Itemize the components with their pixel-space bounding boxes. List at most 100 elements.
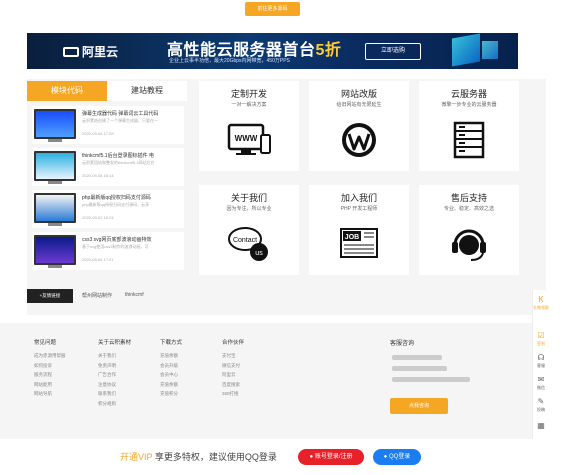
footer-link[interactable]: 支付宝 — [222, 351, 244, 361]
server-icon — [453, 121, 485, 159]
footer-link[interactable]: 网站导航 — [34, 389, 66, 399]
wordpress-icon — [342, 123, 376, 157]
article-thumbnail — [34, 193, 76, 226]
footer-link[interactable]: 充值积分 — [160, 389, 182, 399]
job-newspaper-icon: JOB — [340, 228, 378, 258]
www-text: WWW — [235, 134, 258, 143]
footer-link[interactable]: 阿里云 — [222, 370, 244, 380]
footer-col-title: 合作伙伴 — [222, 340, 245, 346]
us-text: us — [255, 250, 263, 257]
footer-link[interactable]: 积分规则 — [98, 399, 131, 409]
logo-text: 阿里云 — [82, 45, 119, 59]
card-redesign[interactable]: 网站改版 给旧网站有无限延生 — [309, 81, 409, 171]
gift-k-icon: K — [538, 295, 544, 304]
server-cube-icon — [452, 33, 480, 67]
side-wechat-button[interactable]: ✉ 微信 — [533, 374, 549, 396]
footer-link[interactable]: 服务流程 — [34, 370, 66, 380]
side-gift-button[interactable]: K 礼物领取 — [533, 294, 549, 316]
footer-link[interactable]: 充值余额 — [160, 351, 182, 361]
footer-link[interactable]: 注意协议 — [98, 380, 131, 390]
friend-link[interactable]: 帮州网站制作 — [82, 292, 112, 299]
qrcode-icon: ▦ — [537, 421, 545, 430]
footer-link[interactable]: 网站能用 — [34, 380, 66, 390]
footer-link[interactable]: 如何投诉 — [34, 361, 66, 371]
friend-links-label: +友情链接 — [27, 289, 73, 303]
article-title[interactable]: 弹幕生成器代码 弹幕词云工具代码 — [82, 110, 182, 117]
headset-icon — [452, 229, 486, 261]
article-desc: php最新版qq授权扫码支付源码，云享 — [82, 202, 150, 207]
side-checkin-button[interactable]: ☑ 签到 — [533, 330, 549, 352]
side-label: 微信 — [537, 385, 545, 390]
article-title[interactable]: php最新版qq授权扫码支付源码 — [82, 194, 182, 201]
article-thumbnail — [34, 109, 76, 142]
side-label: 礼物领取 — [533, 305, 549, 310]
footer-link[interactable]: 百度搜索 — [222, 380, 244, 390]
footer-link[interactable]: 会员中心 — [160, 370, 182, 380]
aliyun-logo-icon — [63, 46, 79, 57]
tab-tutorials[interactable]: 建站教程 — [107, 81, 187, 101]
qq-login-label: QQ登录 — [388, 454, 411, 460]
account-login-button[interactable]: ● 账号登录/注册 — [298, 449, 364, 465]
friend-link[interactable]: thinkcmf — [125, 292, 144, 298]
list-item[interactable]: thinkcmf5.1后台登录图标插件 电 云积累团结和整发的thinkcmf5… — [32, 148, 184, 186]
vip-text: 开通VIP — [120, 452, 153, 462]
buy-now-button[interactable]: 立即选购 — [365, 43, 421, 60]
article-list: 弹幕生成器代码 弹幕词云工具代码 云积累结创建了一个弹幕生成器，只要在一 202… — [32, 106, 187, 272]
footer-link[interactable]: 免责声明 — [98, 361, 131, 371]
card-cloud-server[interactable]: 云服务器 微擎一步专业的云服务器 — [419, 81, 519, 171]
card-subtitle: PHP 开发工程师 — [340, 206, 378, 212]
checkin-icon: ☑ — [537, 331, 545, 340]
footer-link[interactable]: 360打搜 — [222, 389, 244, 399]
list-item[interactable]: php最新版qq授权扫码支付源码 php最新版qq授权扫码支付源码，云享 202… — [32, 190, 184, 228]
footer-col-title: 常见问题 — [34, 340, 57, 346]
footer-col-partners: 合作伙伴 支付宝 微信支付 阿里云 百度搜索 360打搜 — [222, 338, 244, 399]
blurred-contact — [392, 377, 470, 382]
list-item[interactable]: css3 svg网页底部波浪动画特效 基于svg使用css3制作的波浪动画，可 … — [32, 232, 184, 270]
side-label: 客服 — [537, 363, 545, 368]
qq-login-button[interactable]: ● QQ登录 — [373, 449, 421, 465]
contact-text: Contact — [233, 237, 257, 244]
card-title: 售后支持 — [450, 193, 487, 203]
headset-small-icon: ☊ — [537, 353, 545, 362]
card-title: 网站改版 — [340, 89, 377, 99]
footer-link[interactable]: 关于我们 — [98, 351, 131, 361]
card-join-us[interactable]: 加入我们 PHP 开发工程师 JOB — [309, 185, 409, 275]
more-source-button[interactable]: 前往更多源码 — [245, 2, 300, 16]
footer-link[interactable]: 联系我们 — [98, 389, 131, 399]
headline-accent: 5折 — [315, 42, 342, 59]
login-prompt-text: 开通VIP 享更多特权，建议使用QQ登录 — [120, 450, 277, 463]
blurred-contact — [392, 355, 442, 360]
aliyun-banner[interactable]: 阿里云 高性能云服务器首台5折 企业上云事半功倍，最大20Gbps内网带宽，45… — [27, 33, 518, 69]
server-cube-small-icon — [482, 41, 498, 59]
footer-link[interactable]: 充值余额 — [160, 380, 182, 390]
account-login-label: 账号登录/注册 — [314, 454, 353, 460]
footer-link[interactable]: 会员升级 — [160, 361, 182, 371]
side-label: 投稿 — [537, 407, 545, 412]
side-service-button[interactable]: ☊ 客服 — [533, 352, 549, 374]
tab-module-code[interactable]: 模块代码 — [27, 81, 107, 101]
job-text: JOB — [345, 234, 359, 241]
card-after-sales[interactable]: 售后支持 专业、稳定、高效之选 — [419, 185, 519, 275]
consult-button[interactable]: 点我咨询 — [390, 398, 448, 414]
article-thumbnail — [34, 235, 76, 268]
wechat-icon: ✉ — [537, 375, 545, 384]
footer-col-faq: 常见问题 成为赤源用帮服 如何投诉 服务流程 网站能用 网站导航 — [34, 338, 66, 399]
article-title[interactable]: css3 svg网页底部波浪动画特效 — [82, 236, 182, 243]
list-item[interactable]: 弹幕生成器代码 弹幕词云工具代码 云积累结创建了一个弹幕生成器，只要在一 202… — [32, 106, 184, 144]
article-desc: 云积累团结和整发的thinkcmf5.1网站后台 — [82, 160, 155, 165]
article-date: 2020-08-06 17:21 — [82, 257, 114, 262]
footer-link[interactable]: 微信支付 — [222, 361, 244, 371]
article-date: 2020-09-08 18:14 — [82, 173, 114, 178]
card-title: 关于我们 — [230, 193, 267, 203]
article-title[interactable]: thinkcmf5.1后台登录图标插件 电 — [82, 152, 182, 159]
card-subtitle: 一对一解决方案 — [231, 102, 267, 108]
card-about-us[interactable]: 关于我们 因为专注，所以专业 Contact us — [199, 185, 299, 275]
footer-link[interactable]: 成为赤源用帮服 — [34, 351, 66, 361]
contact-bubble-icon: Contact us — [228, 227, 268, 261]
card-title: 定制开发 — [230, 89, 267, 99]
side-submit-button[interactable]: ✎ 投稿 — [533, 396, 549, 418]
card-custom-dev[interactable]: 定制开发 一对一解决方案 WWW — [199, 81, 299, 171]
prompt-message: 享更多特权，建议使用QQ登录 — [152, 452, 277, 462]
footer-link[interactable]: 广告合作 — [98, 370, 131, 380]
card-title: 加入我们 — [340, 193, 377, 203]
